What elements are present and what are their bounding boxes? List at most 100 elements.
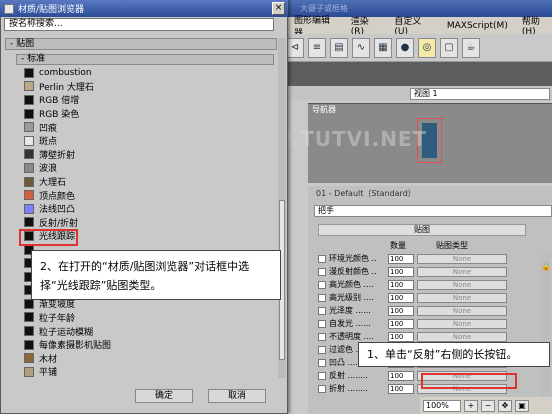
- map-amount-spinner[interactable]: 100: [388, 331, 414, 342]
- map-list-item[interactable]: 法线凹凸: [24, 202, 276, 216]
- map-slot-label: 高光级别 ....: [329, 293, 374, 302]
- map-slot-button[interactable]: None: [417, 253, 507, 264]
- maps-rollout-header[interactable]: 贴图: [318, 224, 526, 236]
- ok-button[interactable]: 确定: [135, 389, 193, 403]
- material-editor-icon[interactable]: ●: [396, 37, 414, 58]
- map-list-item[interactable]: 凹痕: [24, 120, 276, 134]
- map-list-item[interactable]: combustion: [24, 66, 276, 80]
- map-swatch-icon: [24, 353, 34, 364]
- map-item-label: 顶点颜色: [39, 191, 76, 202]
- map-list-item[interactable]: RGB 倍增: [24, 93, 276, 107]
- map-name-field[interactable]: 把手: [314, 205, 552, 217]
- zoom-in-icon[interactable]: +: [464, 399, 478, 412]
- map-slot-checkbox[interactable]: [318, 306, 326, 315]
- map-slot-checkbox[interactable]: [318, 293, 326, 302]
- map-slot-button[interactable]: None: [417, 266, 507, 277]
- map-amount-spinner[interactable]: 100: [388, 305, 414, 316]
- layer-icon[interactable]: ▤: [330, 37, 348, 58]
- map-amount-spinner[interactable]: 100: [388, 253, 414, 264]
- map-slot-button[interactable]: None: [417, 305, 507, 316]
- map-slot-row: 高光级别 .... 100 None: [318, 291, 538, 304]
- map-amount-spinner[interactable]: 100: [388, 383, 414, 394]
- map-slot-button[interactable]: None: [417, 279, 507, 290]
- map-list: combustion Perlin 大理石 RGB 倍增 RGB 染色 凹痕 斑点薄壁折射…: [24, 66, 276, 379]
- map-amount-spinner[interactable]: 100: [388, 279, 414, 290]
- render-setup-icon[interactable]: ◎: [418, 37, 436, 58]
- reflect-button-highlight: [421, 373, 517, 389]
- map-list-item[interactable]: 每像素摄影机贴图: [24, 338, 276, 352]
- cancel-button[interactable]: 取消: [208, 389, 266, 403]
- standard-rollout[interactable]: - 标准: [16, 54, 274, 65]
- map-list-item[interactable]: Perlin 大理石: [24, 80, 276, 94]
- map-slot-row: 漫反射颜色 .. 100 None: [318, 265, 538, 278]
- map-swatch-icon: [24, 176, 34, 187]
- menu-maxscript[interactable]: MAXScript(M): [447, 21, 508, 31]
- maps-column-header: 数量 贴图类型: [360, 240, 550, 251]
- map-list-item[interactable]: 顶点颜色: [24, 188, 276, 202]
- map-amount-spinner[interactable]: 100: [388, 292, 414, 303]
- map-item-label: 薄壁折射: [39, 150, 76, 161]
- map-swatch-icon: [24, 149, 34, 160]
- map-slot-label: 折射 ........: [329, 384, 368, 393]
- map-slot-label: 自发光 ......: [329, 319, 371, 328]
- map-slot-checkbox[interactable]: [318, 280, 326, 289]
- map-item-label: 反射/折射: [39, 218, 79, 229]
- map-slot-checkbox[interactable]: [318, 319, 326, 328]
- map-list-item[interactable]: 粒子运动模糊: [24, 324, 276, 338]
- callout-step-2: 2、在打开的“材质/贴图浏览器”对话框中选择“光线跟踪”贴图类型。: [31, 250, 281, 300]
- render-icon[interactable]: ☕: [462, 37, 480, 58]
- map-amount-spinner[interactable]: 100: [388, 266, 414, 277]
- search-input[interactable]: 按名称搜索...: [4, 18, 274, 31]
- map-list-item[interactable]: 薄壁折射: [24, 148, 276, 162]
- mirror-icon[interactable]: ⊲: [286, 37, 304, 58]
- map-swatch-icon: [24, 108, 34, 119]
- map-slot-checkbox[interactable]: [318, 254, 326, 263]
- map-list-item[interactable]: RGB 染色: [24, 107, 276, 121]
- fit-icon[interactable]: ▣: [515, 399, 529, 412]
- map-slot-checkbox[interactable]: [318, 358, 326, 367]
- map-swatch-icon: [24, 203, 34, 214]
- map-slot-checkbox[interactable]: [318, 332, 326, 341]
- map-item-label: RGB 染色: [39, 110, 80, 121]
- map-slot-row: 环境光颜色 .. 100 None: [318, 252, 538, 265]
- close-button[interactable]: ×: [272, 2, 285, 15]
- map-list-item[interactable]: 平铺: [24, 365, 276, 379]
- menu-bar: 图形编辑器 渲染(R) 自定义(U) MAXScript(M) 帮助(H): [280, 16, 552, 39]
- map-swatch-icon: [24, 366, 34, 377]
- map-slot-checkbox[interactable]: [318, 345, 326, 354]
- map-list-item[interactable]: 斑点: [24, 134, 276, 148]
- render-frame-icon[interactable]: ▢: [440, 37, 458, 58]
- map-slot-checkbox[interactable]: [318, 371, 326, 380]
- pan-icon[interactable]: ✥: [498, 399, 512, 412]
- map-slot-checkbox[interactable]: [318, 384, 326, 393]
- map-amount-spinner[interactable]: 100: [388, 370, 414, 381]
- map-item-label: Perlin 大理石: [39, 82, 94, 93]
- map-list-item[interactable]: 木材: [24, 351, 276, 365]
- zoom-field[interactable]: 100%: [423, 399, 461, 412]
- curve-editor-icon[interactable]: ∿: [352, 37, 370, 58]
- map-list-item[interactable]: 反射/折射: [24, 216, 276, 230]
- align-icon[interactable]: ≡: [308, 37, 326, 58]
- map-swatch-icon: [24, 326, 34, 337]
- map-slot-button[interactable]: None: [417, 331, 507, 342]
- map-slot-checkbox[interactable]: [318, 267, 326, 276]
- view-select[interactable]: 视图 1: [410, 88, 550, 100]
- map-swatch-icon: [24, 298, 34, 309]
- map-list-item[interactable]: 大理石: [24, 175, 276, 189]
- map-slot-label: 高光颜色 ....: [329, 280, 374, 289]
- map-list-item[interactable]: 粒子年龄: [24, 311, 276, 325]
- map-slot-button[interactable]: None: [417, 292, 507, 303]
- lock-icon[interactable]: 🔒: [541, 262, 551, 271]
- status-bar: 100% + − ✥ ▣: [420, 397, 552, 414]
- map-slot-button[interactable]: None: [417, 318, 507, 329]
- callout-step-1: 1、单击“反射”右侧的长按钮。: [358, 342, 550, 367]
- map-item-label: 木材: [39, 354, 58, 365]
- map-amount-spinner[interactable]: 100: [388, 318, 414, 329]
- maps-rollout[interactable]: - 贴图: [5, 38, 277, 50]
- map-swatch-icon: [24, 339, 34, 350]
- schematic-icon[interactable]: ▦: [374, 37, 392, 58]
- map-swatch-icon: [24, 312, 34, 323]
- zoom-out-icon[interactable]: −: [481, 399, 495, 412]
- editor-scrollbar[interactable]: [540, 252, 550, 402]
- map-list-item[interactable]: 波浪: [24, 161, 276, 175]
